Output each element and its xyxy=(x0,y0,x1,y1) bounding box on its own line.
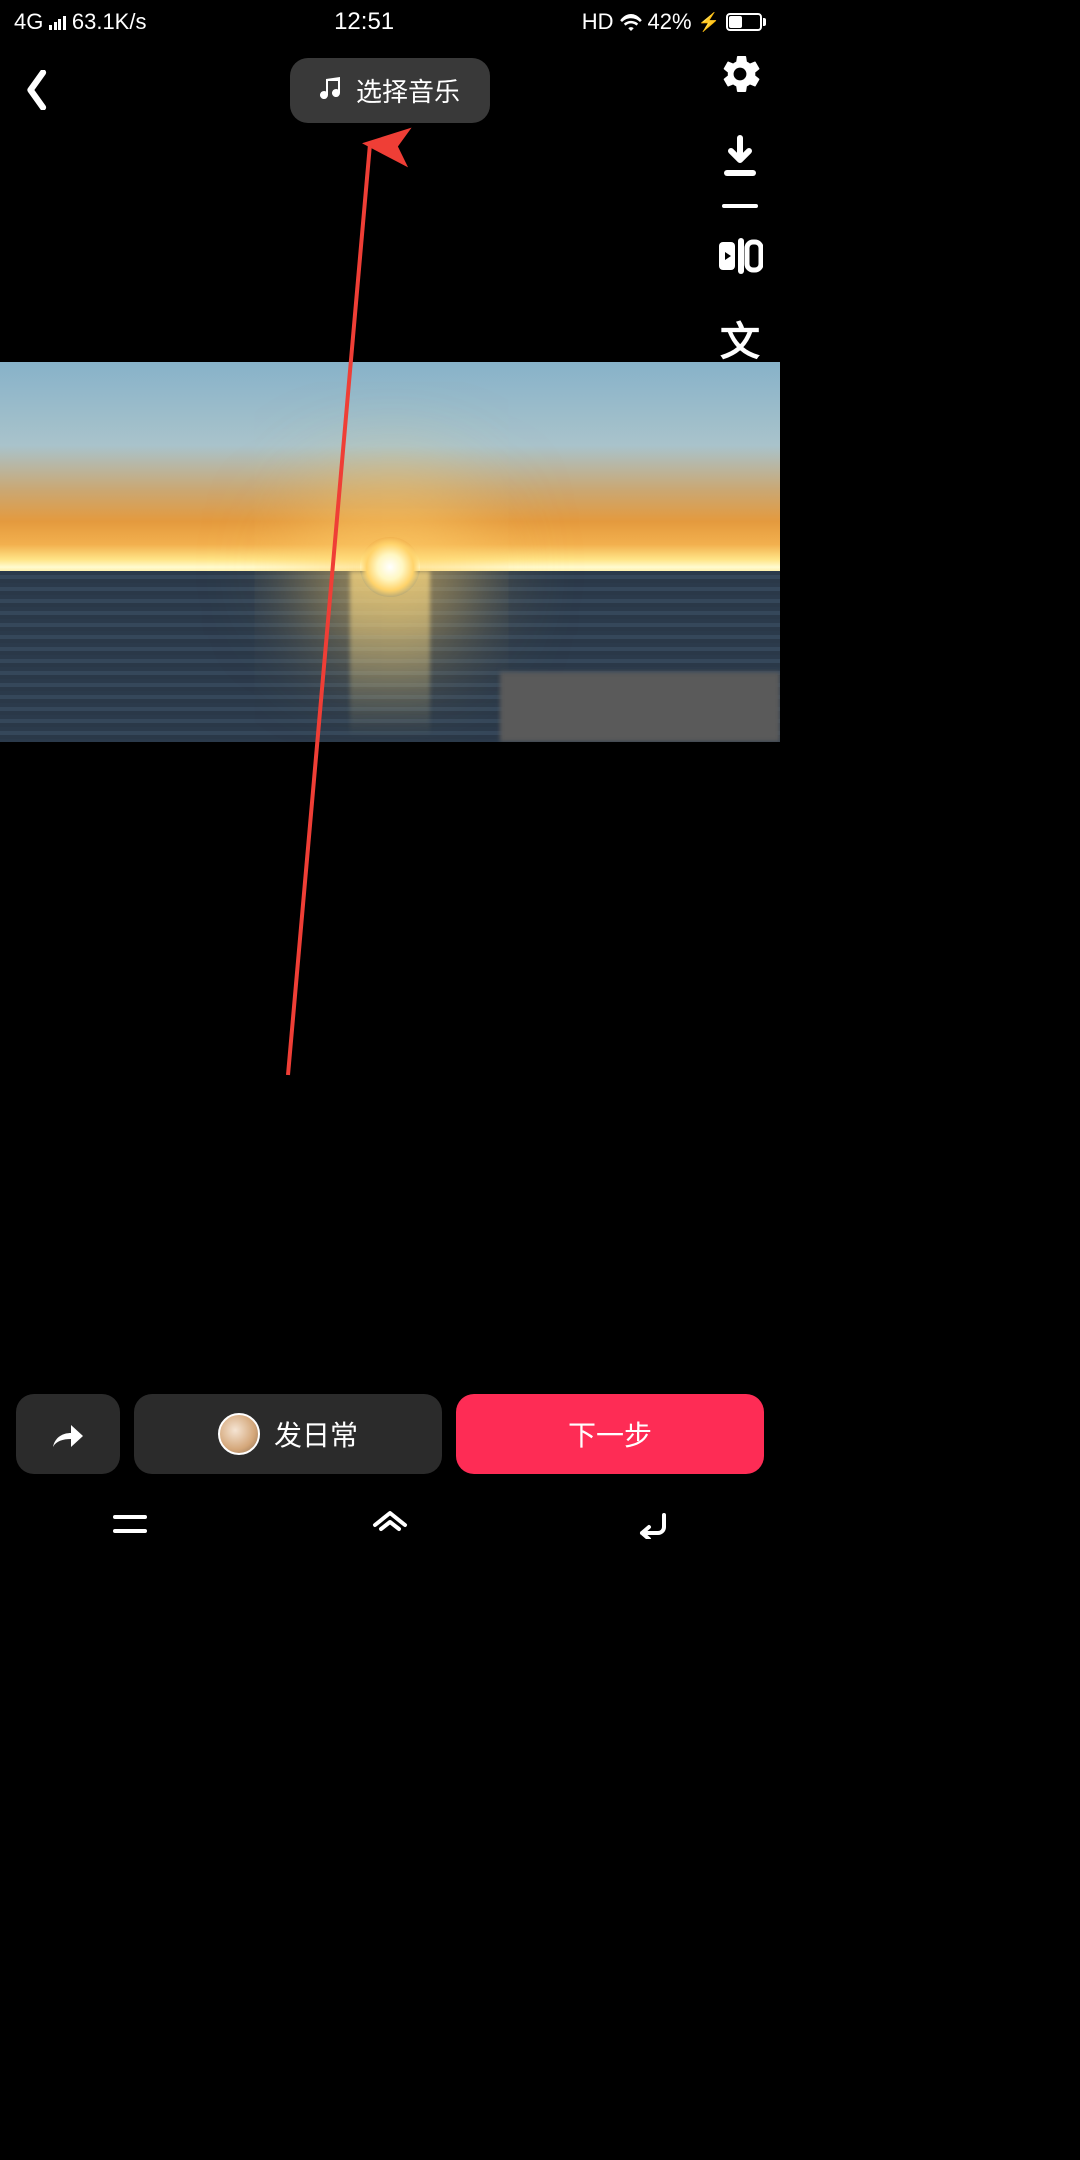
charging-icon: ⚡ xyxy=(698,12,720,33)
menu-icon xyxy=(113,1512,147,1536)
text-icon: 文 xyxy=(720,309,760,367)
system-nav-bar xyxy=(0,1488,780,1560)
download-button[interactable] xyxy=(716,132,764,180)
nav-recents-button[interactable] xyxy=(106,1500,154,1548)
video-preview[interactable] xyxy=(0,362,780,742)
select-music-label: 选择音乐 xyxy=(356,72,460,109)
battery-icon xyxy=(726,13,766,31)
back-button[interactable] xyxy=(16,68,60,112)
post-daily-button[interactable]: 发日常 xyxy=(134,1394,442,1474)
avatar xyxy=(218,1413,260,1455)
text-button[interactable]: 文 xyxy=(716,314,764,362)
auto-caption-button[interactable] xyxy=(716,232,764,280)
select-music-button[interactable]: 选择音乐 xyxy=(290,58,490,123)
annotation-arrow xyxy=(0,0,780,1560)
home-icon xyxy=(371,1509,409,1539)
preview-sun xyxy=(360,537,420,597)
status-bar: 4G 63.1K/s 12:51 HD 42% ⚡ xyxy=(0,0,780,44)
music-icon xyxy=(320,77,344,103)
hd-label: HD xyxy=(582,9,614,35)
next-button[interactable]: 下一步 xyxy=(456,1394,764,1474)
signal-icon xyxy=(49,14,66,30)
toolbar-separator xyxy=(722,204,758,208)
nav-home-button[interactable] xyxy=(366,1500,414,1548)
caption-icon xyxy=(717,236,763,276)
network-speed: 63.1K/s xyxy=(72,9,147,35)
next-label: 下一步 xyxy=(568,1414,652,1454)
wifi-icon xyxy=(620,13,642,31)
post-daily-label: 发日常 xyxy=(274,1414,358,1454)
back-icon xyxy=(630,1509,670,1539)
gear-icon xyxy=(718,52,762,96)
share-button[interactable] xyxy=(16,1394,120,1474)
preview-watermark-blur xyxy=(500,672,780,742)
status-time: 12:51 xyxy=(334,8,394,36)
settings-button[interactable] xyxy=(716,50,764,98)
top-bar: 选择音乐 xyxy=(0,50,780,130)
share-icon xyxy=(51,1419,85,1449)
bottom-bar: 发日常 下一步 xyxy=(0,1394,780,1474)
download-icon xyxy=(720,134,760,178)
nav-back-button[interactable] xyxy=(626,1500,674,1548)
network-type: 4G xyxy=(14,9,43,35)
status-left: 4G 63.1K/s xyxy=(14,9,146,35)
status-right: HD 42% ⚡ xyxy=(582,9,766,35)
battery-percent: 42% xyxy=(648,9,692,35)
